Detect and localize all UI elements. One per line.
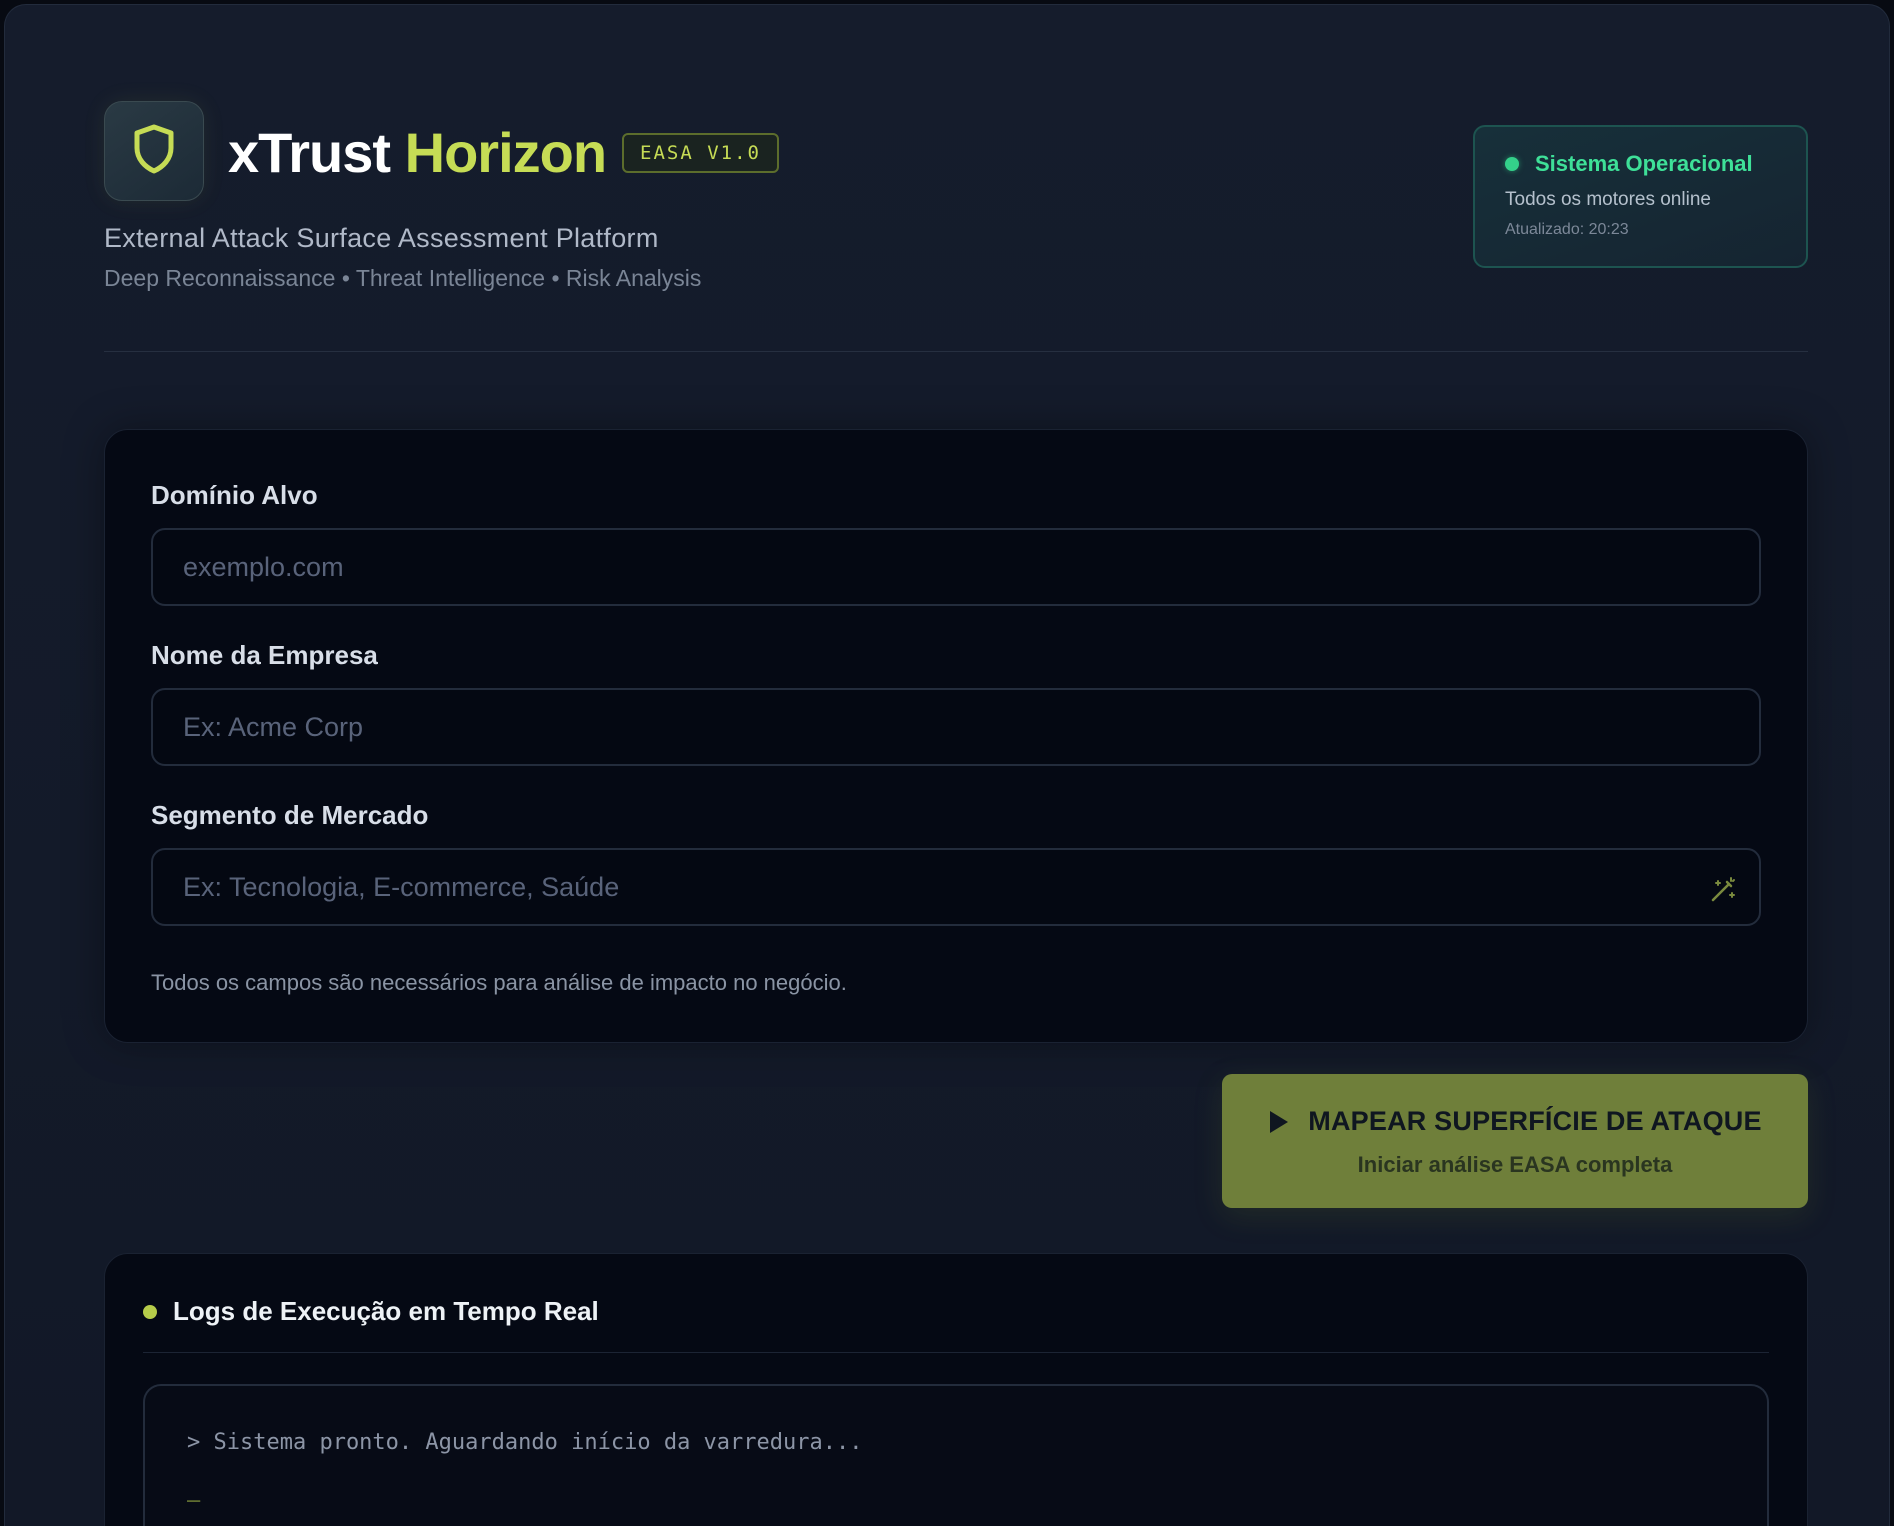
logo — [104, 101, 204, 201]
cta-title: MAPEAR SUPERFÍCIE DE ATAQUE — [1308, 1106, 1762, 1136]
console-cursor: _ — [187, 1477, 201, 1502]
version-badge: EASA V1.0 — [622, 133, 779, 173]
log-line: > Sistema pronto. Aguardando início da v… — [187, 1430, 863, 1455]
brand-accent: Horizon — [404, 121, 607, 184]
segment-label: Segmento de Mercado — [151, 800, 429, 830]
page-subtitle: External Attack Surface Assessment Platf… — [104, 223, 659, 253]
status-dot-icon — [1505, 157, 1519, 171]
execution-logs-panel: Logs de Execução em Tempo Real > Sistema… — [104, 1253, 1808, 1526]
brand-primary: xTrust — [228, 121, 391, 184]
shield-icon — [131, 123, 177, 180]
form-helper-text: Todos os campos são necessários para aná… — [151, 970, 847, 995]
magic-wand-icon[interactable] — [1709, 876, 1737, 909]
target-form-card: Domínio Alvo Nome da Empresa Segmento de… — [104, 429, 1808, 1043]
domain-input[interactable] — [183, 551, 1729, 583]
system-status-card: Sistema Operacional Todos os motores onl… — [1473, 125, 1808, 268]
domain-field-wrapper — [151, 528, 1761, 606]
header-divider — [104, 351, 1808, 352]
status-subtitle: Todos os motores online — [1505, 189, 1711, 210]
app-window: xTrust Horizon EASA V1.0 External Attack… — [4, 4, 1890, 1526]
segment-field-wrapper — [151, 848, 1761, 926]
logs-title: Logs de Execução em Tempo Real — [173, 1296, 599, 1326]
market-segment-input[interactable] — [183, 871, 1729, 903]
logs-status-dot-icon — [143, 1304, 157, 1319]
page-tagline: Deep Reconnaissance • Threat Intelligenc… — [104, 265, 702, 291]
company-field-wrapper — [151, 688, 1761, 766]
play-icon — [1268, 1109, 1290, 1135]
status-updated-time: Atualizado: 20:23 — [1505, 221, 1629, 238]
company-name-input[interactable] — [183, 711, 1729, 743]
domain-label: Domínio Alvo — [151, 480, 318, 510]
log-console[interactable]: > Sistema pronto. Aguardando início da v… — [143, 1384, 1769, 1526]
company-label: Nome da Empresa — [151, 640, 378, 670]
logs-divider — [143, 1352, 1769, 1353]
status-title: Sistema Operacional — [1535, 151, 1753, 176]
cta-subtitle: Iniciar análise EASA completa — [1357, 1152, 1673, 1177]
map-attack-surface-button[interactable]: MAPEAR SUPERFÍCIE DE ATAQUE Iniciar anál… — [1222, 1074, 1808, 1208]
app-title: xTrust Horizon — [228, 117, 607, 189]
